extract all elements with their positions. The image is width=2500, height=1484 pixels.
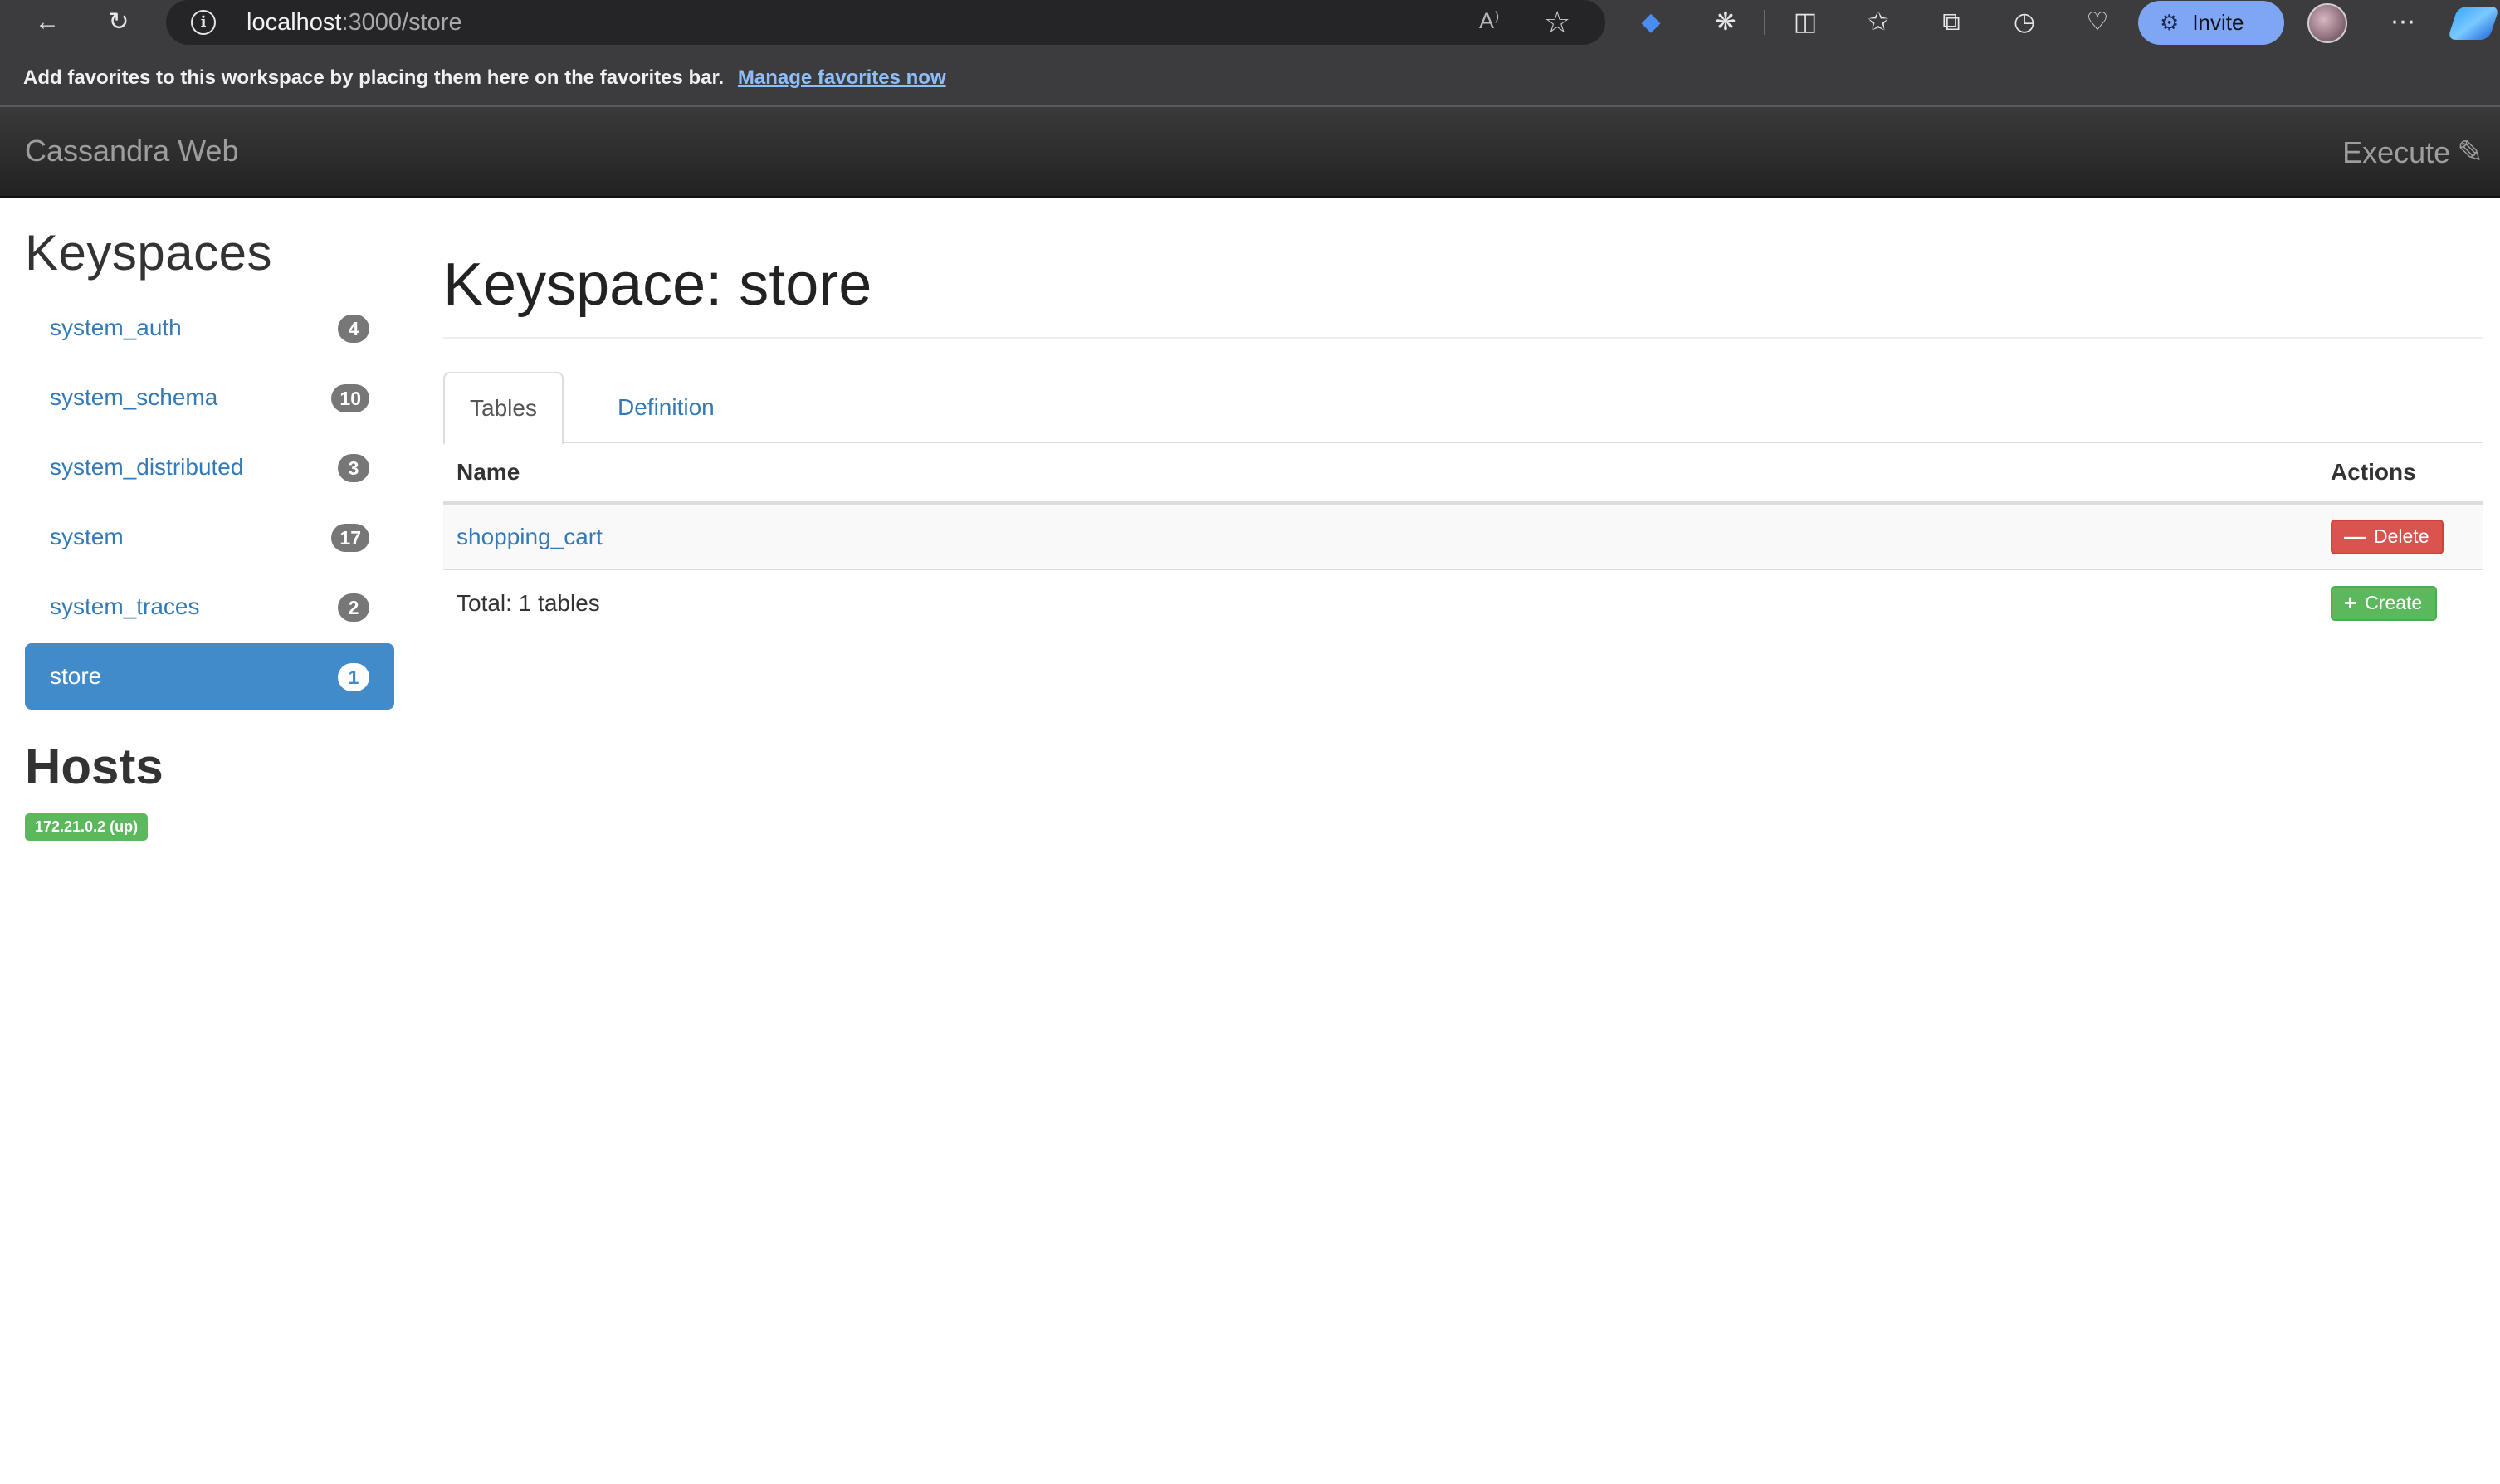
table-footer-row: Total: 1 tables + Create: [443, 569, 2483, 636]
execute-label: Execute: [2342, 134, 2451, 169]
keyspace-item-system-distributed[interactable]: system_distributed 3: [25, 434, 394, 500]
keyspace-item-store[interactable]: store 1: [25, 643, 394, 710]
table-count-badge: 17: [331, 524, 369, 552]
column-header-actions: Actions: [2317, 443, 2483, 505]
browser-toolbar: ← ↻ i localhost:3000/store A⁾ ☆ ◆ ❋ ◫ ✩ …: [0, 0, 2500, 45]
table-count-badge: 1: [338, 663, 369, 691]
reload-icon[interactable]: ↻: [100, 3, 138, 41]
table-count-badge: 10: [331, 384, 369, 412]
tab-definition[interactable]: Definition: [593, 372, 740, 443]
url-path: :3000/store: [341, 9, 462, 36]
table-count-badge: 4: [338, 315, 369, 343]
keyspace-item-system-schema[interactable]: system_schema 10: [25, 364, 394, 431]
column-header-name: Name: [443, 443, 2317, 505]
table-header-row: Name Actions: [443, 443, 2483, 505]
hosts-heading: Hosts: [25, 739, 164, 794]
toolbar-separator: [1764, 10, 1765, 35]
keyspace-list: system_auth 4 system_schema 10 system_di…: [25, 295, 394, 710]
site-info-icon[interactable]: i: [191, 10, 216, 35]
browser-essentials-icon[interactable]: ♡: [2078, 3, 2117, 41]
split-screen-icon[interactable]: ◫: [1786, 3, 1824, 41]
keyspaces-heading: Keyspaces: [25, 225, 272, 281]
total-tables-text: Total: 1 tables: [457, 589, 600, 616]
edit-icon: ✎: [2457, 135, 2483, 170]
table-name-link[interactable]: shopping_cart: [457, 524, 603, 549]
keyspace-item-system[interactable]: system 17: [25, 504, 394, 570]
favorite-star-icon[interactable]: ☆: [1544, 5, 1570, 40]
invite-button[interactable]: ⚙ Invite: [2138, 1, 2284, 45]
more-menu-icon[interactable]: ⋯: [2384, 3, 2422, 41]
keyspace-item-system-traces[interactable]: system_traces 2: [25, 574, 394, 640]
delete-table-button[interactable]: — Delete: [2331, 519, 2444, 554]
create-label: Create: [2365, 592, 2423, 613]
history-icon[interactable]: ◷: [2005, 3, 2043, 41]
url-text: localhost:3000/store: [247, 9, 462, 37]
keyspace-name: system_traces: [50, 593, 200, 619]
back-arrow-icon[interactable]: ←: [28, 3, 66, 41]
url-host: localhost: [247, 9, 342, 36]
favorites-bar: Add favorites to this workspace by placi…: [0, 45, 2500, 107]
table-row: shopping_cart — Delete: [443, 503, 2483, 570]
invite-label: Invite: [2192, 10, 2244, 35]
sidebar: Keyspaces system_auth 4 system_schema 10…: [25, 224, 394, 841]
execute-link[interactable]: Execute ✎: [2342, 134, 2483, 171]
collections-icon[interactable]: ⧉: [1932, 3, 1970, 41]
manage-favorites-link[interactable]: Manage favorites now: [738, 66, 946, 89]
table-count-badge: 3: [338, 454, 369, 482]
address-bar[interactable]: i localhost:3000/store A⁾ ☆: [166, 0, 1605, 45]
keyspace-name: system_schema: [50, 384, 218, 410]
tab-tables[interactable]: Tables: [443, 372, 564, 445]
favorites-bar-text: Add favorites to this workspace by placi…: [23, 66, 725, 89]
plus-icon: +: [2344, 590, 2357, 615]
host-status-label: 172.21.0.2 (up): [25, 813, 149, 841]
profile-avatar[interactable]: [2307, 3, 2347, 43]
copilot-icon[interactable]: [2447, 7, 2500, 40]
keyspace-name: store: [50, 663, 102, 689]
minus-icon: —: [2344, 524, 2366, 549]
keyspace-name: system: [50, 524, 124, 549]
favorites-icon[interactable]: ✩: [1859, 3, 1897, 41]
brand-link[interactable]: Cassandra Web: [25, 134, 238, 168]
delete-label: Delete: [2374, 525, 2429, 547]
keyspace-name: system_auth: [50, 315, 182, 340]
keyspace-tabs: Tables Definition: [443, 372, 2483, 445]
workspace-people-icon: ⚙: [2160, 10, 2180, 35]
extensions-puzzle-icon[interactable]: ❋: [1707, 3, 1745, 41]
keyspace-item-system-auth[interactable]: system_auth 4: [25, 295, 394, 361]
table-count-badge: 2: [338, 593, 369, 622]
extension-gem-icon[interactable]: ◆: [1632, 3, 1670, 41]
page-title: Keyspace: store: [443, 251, 2483, 339]
keyspace-name: system_distributed: [50, 454, 244, 480]
tables-table: Name Actions shopping_cart — Delete Tota…: [443, 443, 2483, 636]
read-aloud-icon[interactable]: A⁾: [1479, 8, 1500, 34]
app-navbar: Cassandra Web Execute ✎: [0, 107, 2500, 198]
create-table-button[interactable]: + Create: [2331, 585, 2438, 621]
favorites-bar-message: Add favorites to this workspace by placi…: [23, 66, 946, 90]
main-content: Keyspace: store Tables Definition Name A…: [443, 224, 2483, 636]
